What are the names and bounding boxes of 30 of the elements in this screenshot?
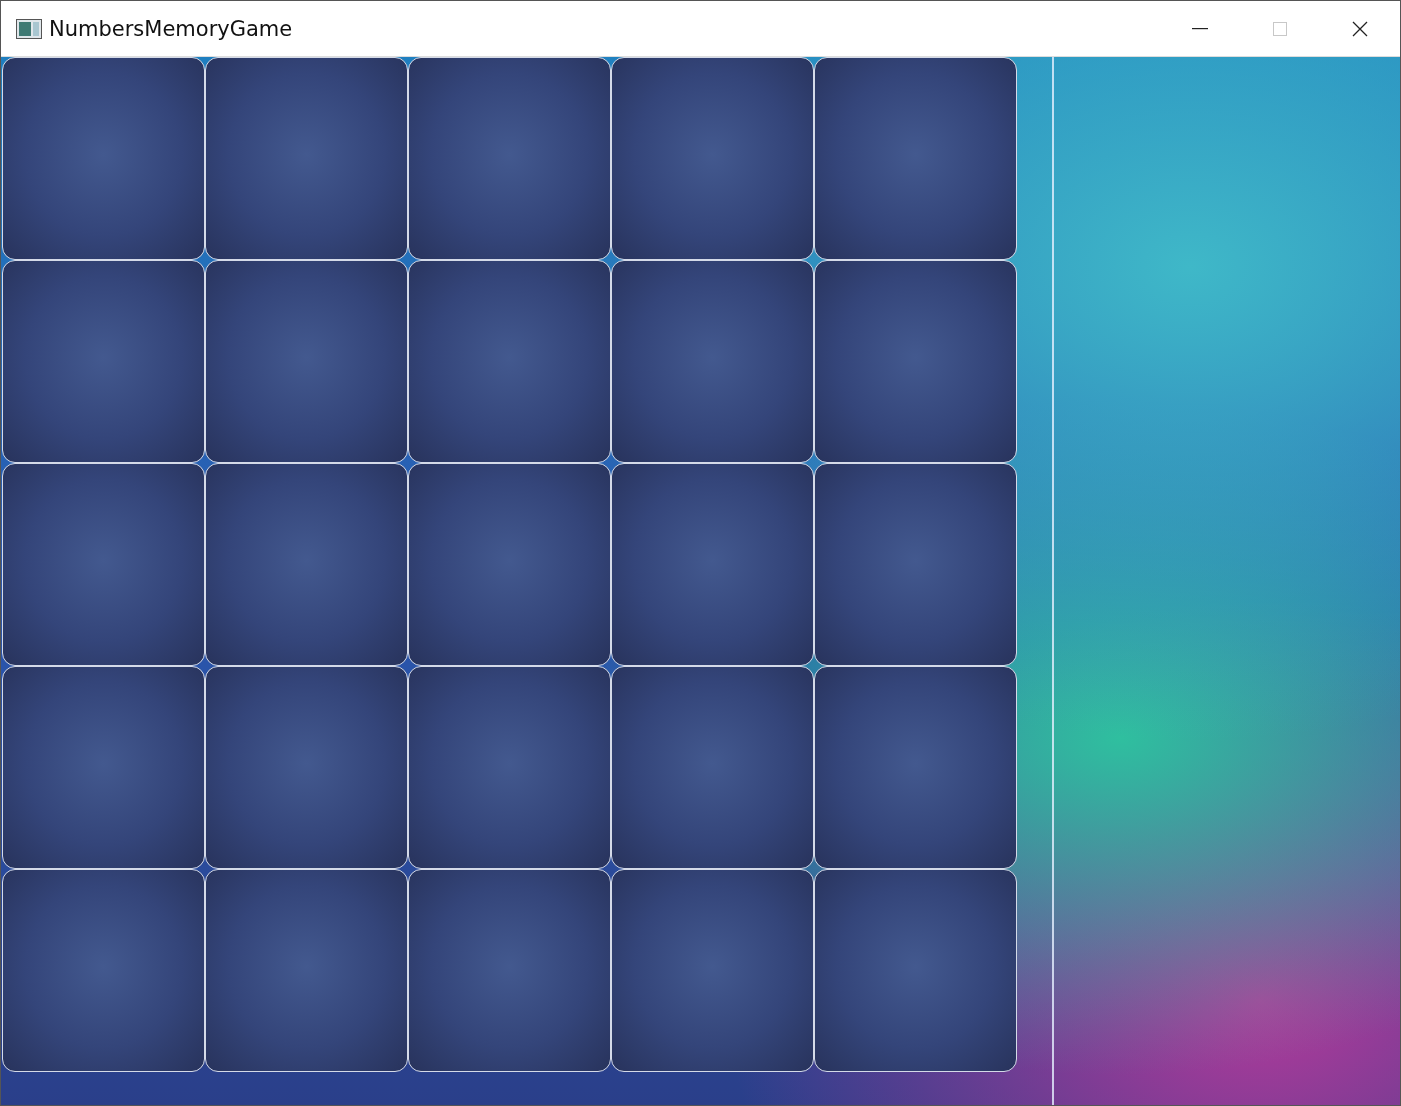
hidden-card[interactable]	[2, 260, 205, 463]
hidden-card[interactable]	[611, 666, 814, 869]
hidden-card[interactable]	[611, 869, 814, 1072]
hidden-card[interactable]	[611, 57, 814, 260]
hidden-card[interactable]	[2, 666, 205, 869]
hidden-card[interactable]	[408, 260, 611, 463]
app-icon	[16, 18, 42, 39]
hidden-card[interactable]	[2, 57, 205, 260]
hidden-card[interactable]	[814, 666, 1017, 869]
hidden-card[interactable]	[2, 869, 205, 1072]
window-title: NumbersMemoryGame	[49, 16, 294, 41]
close-icon	[1352, 20, 1368, 37]
hidden-card[interactable]	[408, 463, 611, 666]
hidden-card[interactable]	[408, 869, 611, 1072]
hidden-card[interactable]	[205, 666, 408, 869]
hidden-card[interactable]	[611, 463, 814, 666]
hidden-card[interactable]	[814, 869, 1017, 1072]
hidden-card[interactable]	[408, 57, 611, 260]
minimize-icon	[1192, 27, 1208, 30]
hidden-card[interactable]	[205, 260, 408, 463]
maximize-icon	[1273, 21, 1287, 36]
hidden-card[interactable]	[611, 260, 814, 463]
hidden-card[interactable]	[205, 869, 408, 1072]
hidden-card[interactable]	[205, 57, 408, 260]
hidden-card[interactable]	[814, 57, 1017, 260]
hidden-card[interactable]	[408, 666, 611, 869]
hidden-card[interactable]	[814, 463, 1017, 666]
hidden-card[interactable]	[2, 463, 205, 666]
hidden-card[interactable]	[205, 463, 408, 666]
hidden-card[interactable]	[814, 260, 1017, 463]
